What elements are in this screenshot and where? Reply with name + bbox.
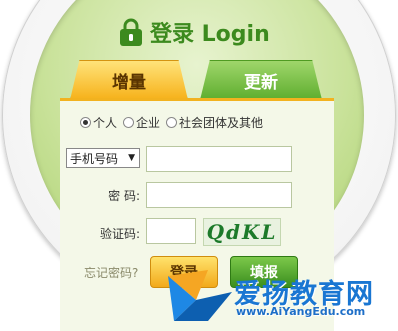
radio-individual[interactable]: 个人 <box>80 114 117 131</box>
watermark-url: www.AiYangEdu.com <box>236 305 366 318</box>
tab-update[interactable]: 更新 <box>200 60 322 100</box>
id-type-select[interactable]: 手机号码 ▼ <box>66 148 140 168</box>
id-type-value: 手机号码 <box>70 151 119 166</box>
radio-button[interactable] <box>80 117 91 128</box>
captcha-text: QdKL <box>206 220 278 244</box>
radio-organization[interactable]: 社会团体及其他 <box>166 114 263 131</box>
account-type-radio-group: 个人 企业 社会团体及其他 <box>80 114 263 131</box>
password-input[interactable] <box>146 182 292 208</box>
radio-button[interactable] <box>166 117 178 128</box>
chevron-down-icon: ▼ <box>128 153 135 163</box>
watermark-logo <box>168 270 232 321</box>
captcha-image[interactable]: QdKL <box>203 218 281 246</box>
id-number-input[interactable] <box>146 146 292 172</box>
captcha-input[interactable] <box>146 218 196 244</box>
password-label: 密 码: <box>108 189 140 203</box>
radio-label: 个人 <box>93 116 118 130</box>
radio-enterprise[interactable]: 企业 <box>123 114 160 131</box>
page-title: 登录 Login <box>150 22 270 47</box>
tab-increment[interactable]: 增量 <box>70 60 188 100</box>
login-header: 登录 Login <box>118 14 270 50</box>
lock-icon <box>118 17 144 47</box>
forgot-password-link[interactable]: 忘记密码? <box>84 264 138 281</box>
radio-button[interactable] <box>123 117 135 128</box>
radio-label: 企业 <box>136 116 161 130</box>
radio-label: 社会团体及其他 <box>179 116 264 130</box>
captcha-label: 验证码: <box>99 227 140 241</box>
